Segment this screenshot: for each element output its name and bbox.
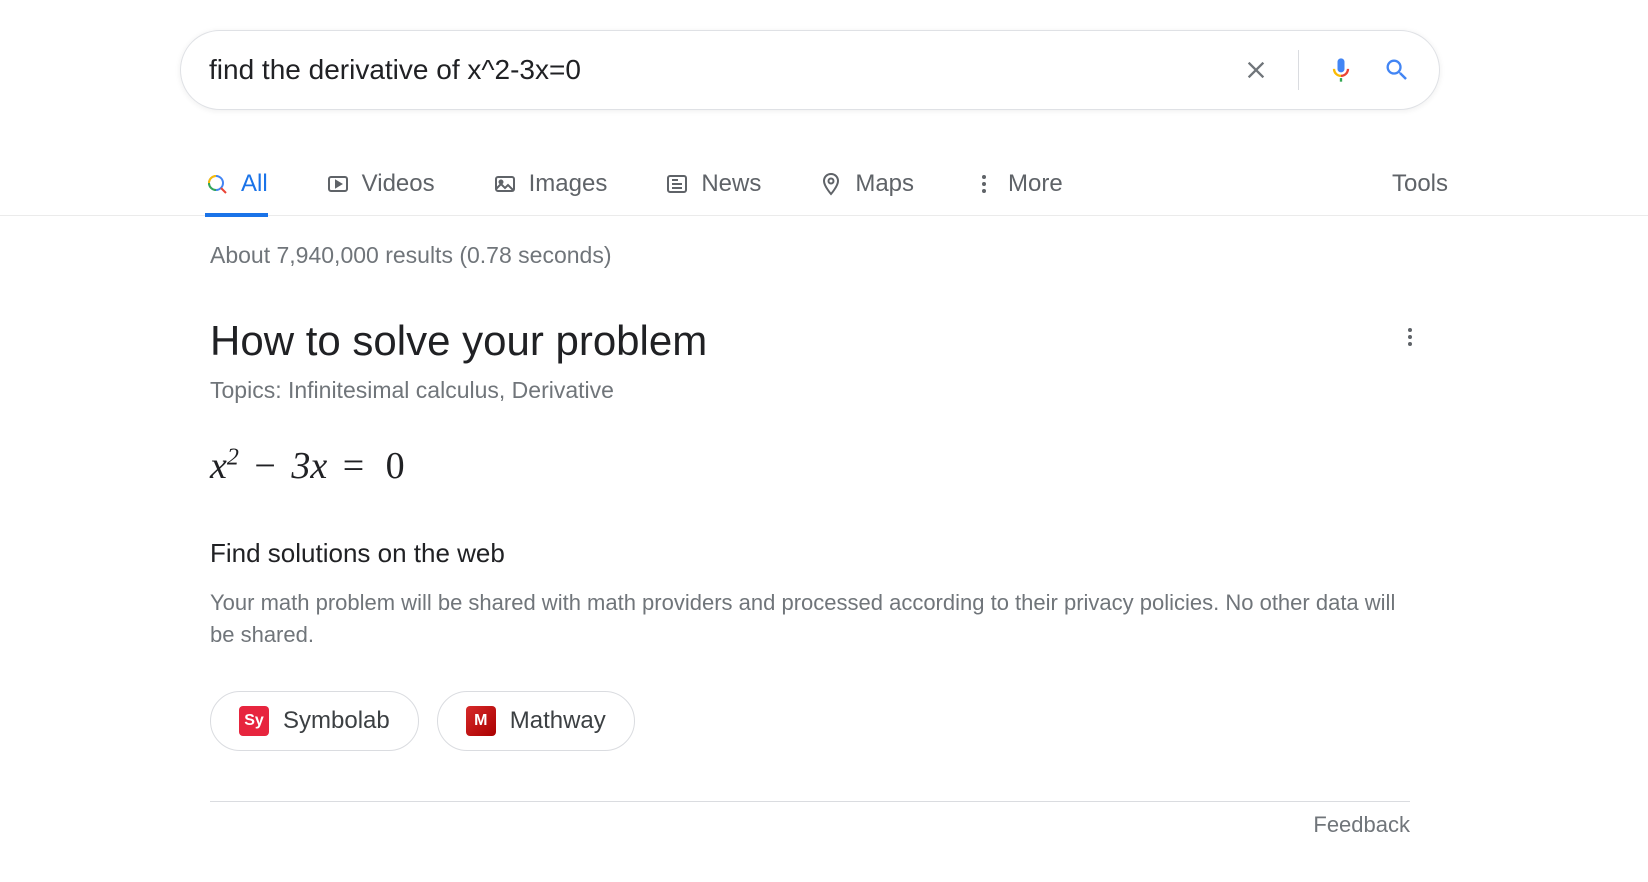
equation-display: x2 − 3x = 0 — [210, 444, 1430, 488]
tab-label: Maps — [855, 170, 914, 198]
results-content: About 7,940,000 results (0.78 seconds) H… — [0, 216, 1430, 838]
eq-term1-base: x — [210, 445, 227, 487]
answer-title: How to solve your problem — [210, 317, 707, 365]
search-input[interactable] — [209, 54, 1242, 86]
mathway-icon: M — [466, 706, 496, 736]
eq-equals: = — [343, 445, 364, 487]
symbolab-icon: Sy — [239, 706, 269, 736]
tab-videos[interactable]: Videos — [326, 152, 435, 216]
feedback-link[interactable]: Feedback — [1313, 812, 1410, 838]
search-icon[interactable] — [1383, 56, 1411, 84]
tab-maps[interactable]: Maps — [819, 152, 914, 216]
kebab-menu-icon[interactable] — [1390, 317, 1430, 362]
search-actions — [1242, 50, 1411, 90]
eq-term2: 3x — [291, 445, 327, 487]
tools-button[interactable]: Tools — [1392, 170, 1448, 198]
eq-rhs: 0 — [386, 445, 405, 487]
block-footer: Feedback — [210, 801, 1410, 838]
result-stats: About 7,940,000 results (0.78 seconds) — [210, 242, 1430, 269]
answer-block-header: How to solve your problem — [210, 317, 1430, 365]
tab-news[interactable]: News — [665, 152, 761, 216]
tab-images[interactable]: Images — [493, 152, 608, 216]
tab-label: More — [1008, 170, 1063, 198]
clear-icon[interactable] — [1242, 56, 1270, 84]
voice-search-icon[interactable] — [1327, 52, 1355, 88]
eq-term1-exp: 2 — [227, 444, 239, 470]
provider-label: Mathway — [510, 707, 606, 735]
tab-label: Images — [529, 170, 608, 198]
tab-label: All — [241, 170, 268, 198]
tab-label: News — [701, 170, 761, 198]
eq-minus: − — [254, 445, 275, 487]
provider-chips: Sy Symbolab M Mathway — [210, 691, 1430, 751]
tabs-bar: All Videos Images News Maps More Tools — [0, 152, 1648, 216]
solutions-subhead: Find solutions on the web — [210, 538, 1430, 569]
search-bar-container — [0, 0, 1648, 110]
tab-more[interactable]: More — [972, 152, 1063, 216]
privacy-disclaimer: Your math problem will be shared with ma… — [210, 587, 1410, 651]
tab-all[interactable]: All — [205, 152, 268, 216]
provider-label: Symbolab — [283, 707, 390, 735]
provider-symbolab[interactable]: Sy Symbolab — [210, 691, 419, 751]
tab-label: Videos — [362, 170, 435, 198]
provider-mathway[interactable]: M Mathway — [437, 691, 635, 751]
separator — [1298, 50, 1299, 90]
topics-line: Topics: Infinitesimal calculus, Derivati… — [210, 377, 1430, 404]
search-bar — [180, 30, 1440, 110]
